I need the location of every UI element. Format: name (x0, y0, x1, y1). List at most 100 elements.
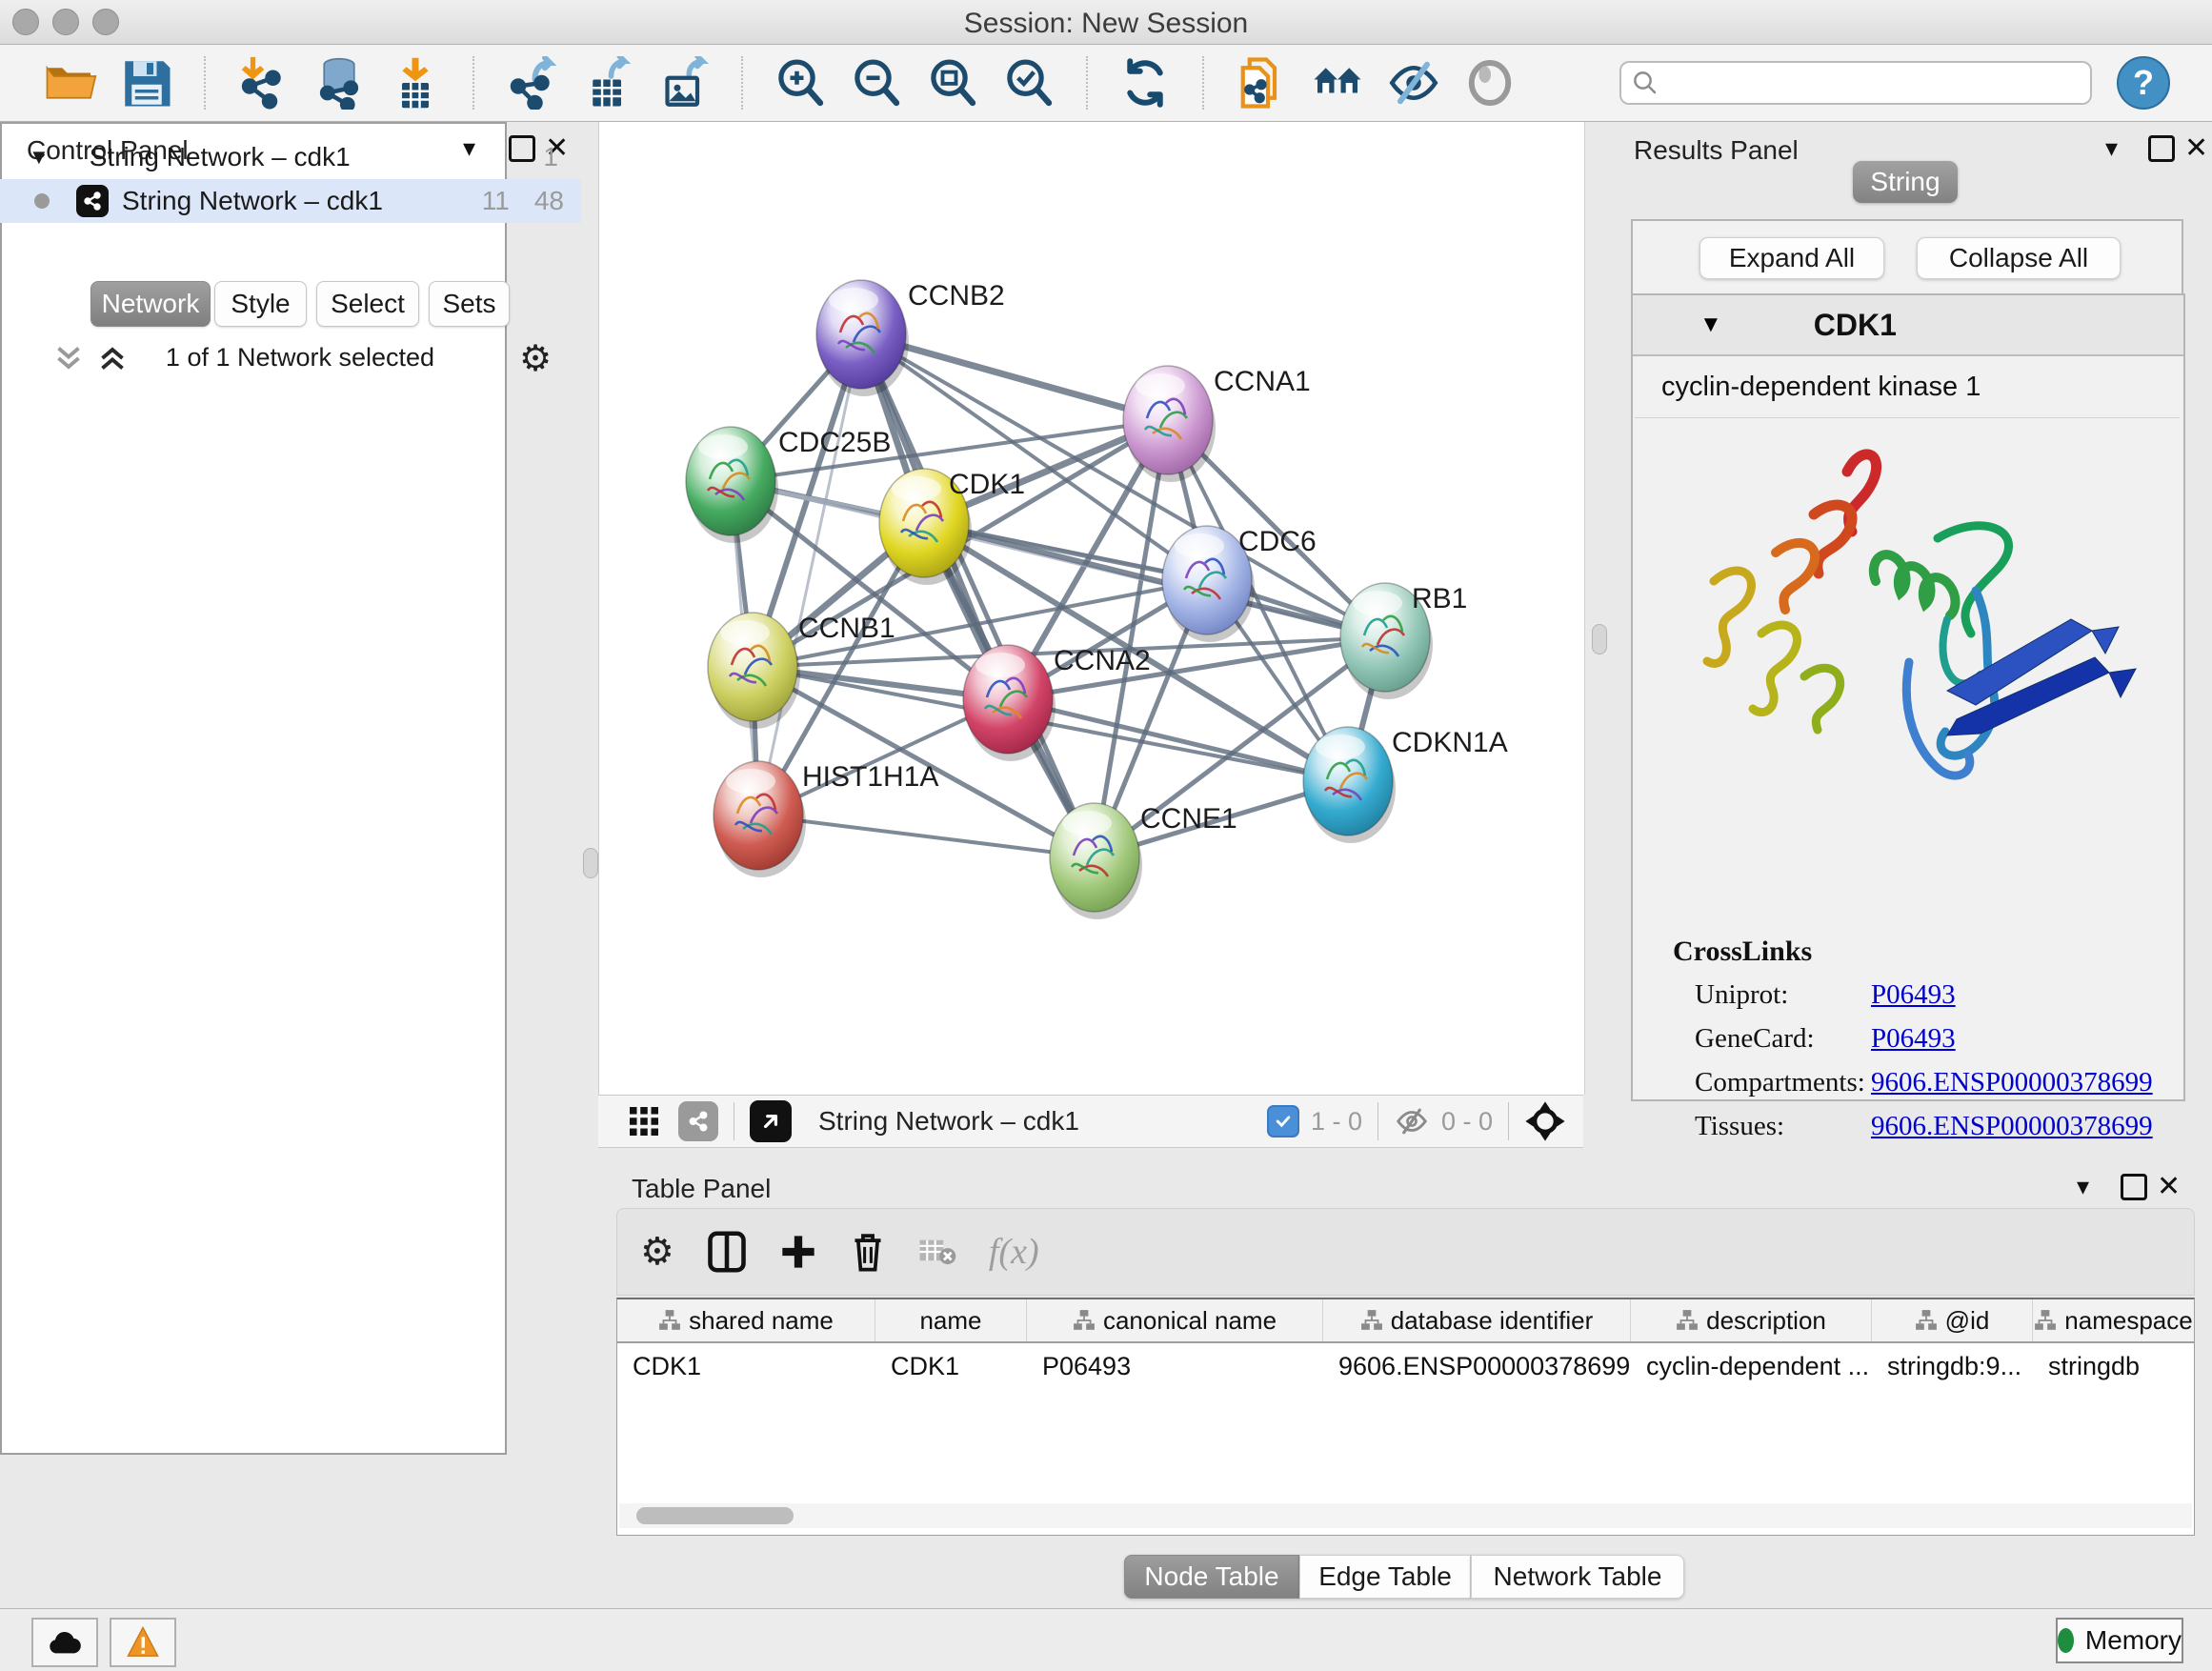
results-panel-menu-arrow[interactable]: ▾ (2105, 133, 2118, 163)
crosslink-value[interactable]: P06493 (1871, 979, 1956, 1011)
save-session-button[interactable] (119, 55, 174, 111)
network-graph[interactable]: CCNB2CCNA1CDC25BCDK1CDC6RB1CCNB1CCNA2CDK… (599, 122, 1584, 1095)
zoom-out-button[interactable] (849, 55, 904, 111)
refresh-button[interactable] (1117, 55, 1173, 111)
cell-database-identifier[interactable]: 9606.ENSP00000378699 (1323, 1343, 1631, 1389)
double-chevron-down-icon (51, 341, 86, 375)
tab-network-table[interactable]: Network Table (1471, 1555, 1684, 1599)
left-splitter-handle[interactable] (583, 848, 598, 878)
table-panel-close-icon[interactable]: ✕ (2157, 1170, 2181, 1203)
help-button[interactable]: ? (2117, 56, 2170, 110)
network-node-HIST1H1A[interactable] (714, 761, 806, 877)
birds-eye-crosshair-icon[interactable] (1524, 1100, 1566, 1142)
zoom-in-button[interactable] (773, 55, 828, 111)
collection-expand-arrow[interactable]: ▼ (29, 145, 50, 170)
table-gear-icon[interactable]: ⚙ (640, 1230, 674, 1274)
hidden-eye-slash-icon[interactable] (1394, 1103, 1430, 1139)
network-node-CCNE1[interactable] (1050, 803, 1142, 919)
tab-sets[interactable]: Sets (429, 281, 510, 327)
node-label: CCNA1 (1214, 366, 1311, 397)
import-network-button[interactable] (235, 55, 291, 111)
results-tab-string[interactable]: String (1853, 161, 1958, 203)
column-header[interactable]: database identifier (1323, 1299, 1631, 1341)
collapse-all-networks-button[interactable] (51, 341, 86, 375)
delete-table-icon (918, 1237, 956, 1267)
crosslink-value[interactable]: 9606.ENSP00000378699 (1871, 1111, 2153, 1142)
search-input[interactable] (1659, 68, 2063, 99)
expand-all-button[interactable]: Expand All (1699, 237, 1884, 279)
export-table-button[interactable] (580, 55, 635, 111)
network-edge[interactable] (758, 815, 1095, 857)
homes-icon (1311, 56, 1364, 110)
toolbar-separator (1508, 1102, 1509, 1140)
table-panel-float-icon[interactable] (2121, 1174, 2147, 1200)
network-node-CCNB1[interactable] (708, 613, 800, 729)
expand-all-networks-button[interactable] (95, 341, 130, 375)
crosslink-value[interactable]: P06493 (1871, 1023, 1956, 1055)
cell-canonical-name[interactable]: P06493 (1027, 1343, 1323, 1389)
tab-node-table[interactable]: Node Table (1124, 1555, 1299, 1599)
network-node-CCNB2[interactable] (816, 280, 909, 396)
cell-id[interactable]: stringdb:9... (1872, 1343, 2033, 1389)
entry-header[interactable]: ▼ CDK1 (1633, 295, 2183, 356)
hide-selected-button[interactable] (1386, 55, 1441, 111)
warning-status-button[interactable] (110, 1618, 176, 1667)
selected-checkbox[interactable] (1267, 1105, 1299, 1137)
import-table-button[interactable] (388, 55, 443, 111)
cell-namespace[interactable]: stringdb (2033, 1343, 2194, 1389)
tab-edge-table[interactable]: Edge Table (1299, 1555, 1471, 1599)
column-header[interactable]: @id (1872, 1299, 2033, 1341)
column-header[interactable]: namespace (2033, 1299, 2194, 1341)
network-options-gear-icon[interactable]: ⚙ (519, 337, 552, 380)
toolbar-separator (741, 56, 743, 110)
detach-view-button[interactable] (750, 1100, 792, 1142)
memory-button[interactable]: Memory (2056, 1618, 2183, 1663)
column-header[interactable]: canonical name (1027, 1299, 1323, 1341)
network-row[interactable]: String Network – cdk1 11 48 (0, 179, 581, 223)
column-header[interactable]: description (1631, 1299, 1872, 1341)
grid-view-button[interactable] (627, 1104, 661, 1138)
network-node-CDKN1A[interactable] (1303, 727, 1396, 843)
tab-network[interactable]: Network (90, 281, 211, 327)
network-node-CDC25B[interactable] (686, 427, 778, 543)
cell-shared-name[interactable]: CDK1 (617, 1343, 875, 1389)
arrow-up-right-icon (758, 1109, 783, 1134)
add-column-button[interactable] (779, 1233, 817, 1271)
tab-select[interactable]: Select (316, 281, 419, 327)
open-session-button[interactable] (43, 55, 98, 111)
zoom-fit-button[interactable] (925, 55, 980, 111)
table-panel-menu-arrow[interactable]: ▾ (2077, 1172, 2089, 1201)
network-canvas[interactable]: CCNB2CCNA1CDC25BCDK1CDC6RB1CCNB1CCNA2CDK… (598, 122, 1585, 1095)
toolbar-search[interactable] (1619, 61, 2092, 105)
network-icon (76, 185, 109, 217)
collapse-all-button[interactable]: Collapse All (1917, 237, 2121, 279)
show-eye-button[interactable] (1462, 55, 1518, 111)
cell-name[interactable]: CDK1 (875, 1343, 1027, 1389)
table-hscrollbar-thumb[interactable] (636, 1507, 794, 1524)
zoom-selected-button[interactable] (1001, 55, 1056, 111)
results-panel-close-icon[interactable]: ✕ (2184, 131, 2208, 165)
column-header[interactable]: shared name (617, 1299, 875, 1341)
crosslink-value[interactable]: 9606.ENSP00000378699 (1871, 1067, 2153, 1098)
entry-expand-arrow[interactable]: ▼ (1699, 312, 1722, 338)
clone-network-button[interactable] (1234, 55, 1289, 111)
export-image-button[interactable] (656, 55, 712, 111)
network-node-CCNA1[interactable] (1123, 366, 1216, 482)
tab-style[interactable]: Style (214, 281, 307, 327)
network-node-CCNA2[interactable] (963, 645, 1056, 761)
network-collection-row[interactable]: ▼ String Network – cdk1 1 (0, 135, 581, 179)
right-splitter-handle[interactable] (1592, 624, 1607, 654)
network-edge[interactable] (758, 334, 861, 815)
results-panel-float-icon[interactable] (2148, 135, 2175, 162)
cloud-status-button[interactable] (31, 1618, 98, 1667)
cell-description[interactable]: cyclin-dependent ... (1631, 1343, 1872, 1389)
network-share-badge[interactable] (678, 1101, 718, 1141)
table-hscrollbar[interactable] (619, 1503, 2192, 1528)
home-view-button[interactable] (1310, 55, 1365, 111)
delete-column-button[interactable] (850, 1231, 886, 1273)
show-columns-button[interactable] (707, 1230, 747, 1274)
table-row[interactable]: CDK1 CDK1 P06493 9606.ENSP00000378699 cy… (617, 1343, 2194, 1389)
import-database-button[interactable] (312, 55, 367, 111)
column-header[interactable]: name (875, 1299, 1027, 1341)
export-network-button[interactable] (504, 55, 559, 111)
